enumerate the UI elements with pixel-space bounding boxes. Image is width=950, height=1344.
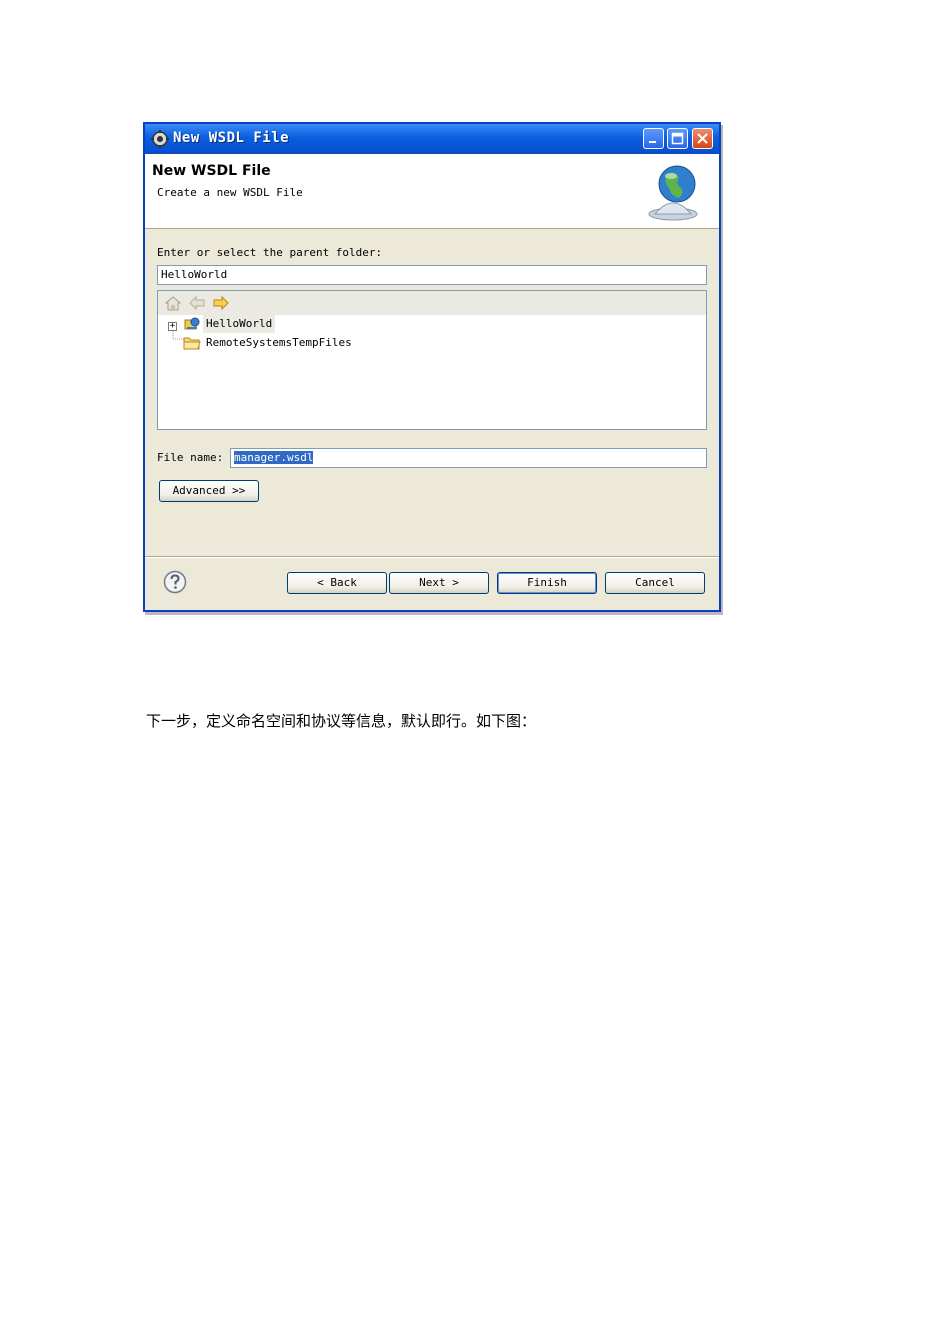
next-button[interactable]: Next > <box>389 572 489 594</box>
parent-folder-input[interactable]: HelloWorld <box>157 265 707 285</box>
new-wsdl-dialog: New WSDL File New WSDL File Create a new… <box>143 122 721 612</box>
close-button[interactable] <box>692 128 713 149</box>
file-name-value: manager.wsdl <box>234 451 314 464</box>
eclipse-gear-icon <box>151 130 169 148</box>
tree-item-remotesystemstempfiles[interactable]: RemoteSystemsTempFiles <box>206 334 352 352</box>
wizard-title: New WSDL File <box>152 163 271 179</box>
forward-arrow-icon[interactable] <box>212 294 230 312</box>
close-icon <box>697 133 708 144</box>
minimize-button[interactable] <box>643 128 664 149</box>
folder-icon <box>183 337 201 350</box>
minimize-icon <box>649 141 656 143</box>
tree-item-helloworld[interactable]: HelloWorld <box>203 315 276 333</box>
maximize-icon <box>671 132 684 145</box>
advanced-button[interactable]: Advanced >> <box>159 480 259 502</box>
wsdl-globe-icon <box>648 165 698 221</box>
finish-button[interactable]: Finish <box>497 572 597 594</box>
back-button[interactable]: < Back <box>287 572 387 594</box>
file-name-label: File name: <box>157 451 224 464</box>
back-arrow-icon[interactable] <box>188 294 206 312</box>
wizard-header: New WSDL File Create a new WSDL File <box>145 154 719 229</box>
file-name-input[interactable]: manager.wsdl <box>230 448 707 468</box>
cancel-button[interactable]: Cancel <box>605 572 705 594</box>
expand-toggle[interactable]: + <box>168 322 177 331</box>
help-icon[interactable] <box>163 570 187 594</box>
wizard-subtitle: Create a new WSDL File <box>157 186 303 199</box>
footer-separator <box>145 556 719 558</box>
caption-text: 下一步，定义命名空间和协议等信息，默认即行。如下图： <box>146 712 537 730</box>
home-icon[interactable] <box>164 294 182 312</box>
tree-toolbar <box>158 291 706 315</box>
folder-tree[interactable]: + HelloWorld RemoteSystemsTempFiles <box>157 290 707 430</box>
maximize-button[interactable] <box>667 128 688 149</box>
parent-folder-label: Enter or select the parent folder: <box>157 246 383 259</box>
title-bar[interactable]: New WSDL File <box>145 124 719 154</box>
window-title: New WSDL File <box>173 130 290 146</box>
